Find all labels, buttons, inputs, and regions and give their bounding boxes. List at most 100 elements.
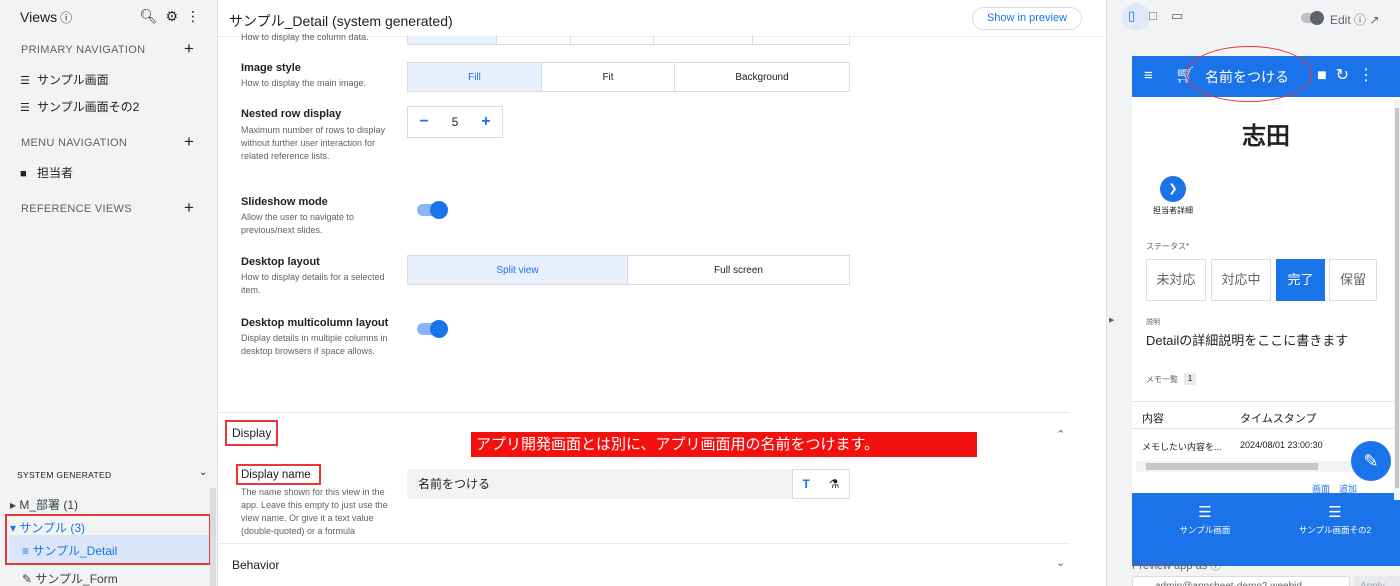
add-primary-view-button[interactable]: + (184, 39, 194, 59)
bottom-nav-sample-screen-2[interactable]: ☰ サンプル画面その2 (1280, 503, 1390, 536)
text-mode-icon[interactable]: T (802, 477, 809, 491)
memo-table-header: 内容 タイムスタンプ (1132, 401, 1400, 429)
preview-vertical-scrollbar[interactable] (1394, 100, 1400, 500)
decrement-button[interactable]: − (419, 113, 428, 131)
column-header-content[interactable]: 内容 (1142, 410, 1164, 426)
display-name-mode: T ⚗ (792, 469, 850, 499)
image-style-background-option[interactable]: Background (675, 63, 849, 91)
edit-fab-button[interactable]: ✎ (1351, 441, 1391, 481)
tablet-icon[interactable]: □ (1149, 8, 1157, 24)
app-title: 名前をつける (1205, 69, 1289, 85)
image-style-fill-option[interactable]: Fill (408, 63, 542, 91)
display-section-title[interactable]: Display (232, 426, 271, 440)
sidebar-tools: 🔍︎⚙⋮ (140, 8, 208, 25)
list-icon: ☰ (20, 102, 30, 114)
desktop-layout-selector: Split view Full screen (407, 255, 850, 285)
tree-item-sample[interactable]: ▾ サンプル (3) (10, 519, 85, 536)
tree-item-m-busho[interactable]: ▸ M_部署 (1) (10, 496, 78, 513)
add-reference-view-button[interactable]: + (184, 198, 194, 218)
tree-item-sample-form[interactable]: ✎ サンプル_Form (22, 570, 118, 586)
collapse-chevron-icon[interactable]: ⌃ (1056, 428, 1065, 441)
slideshow-toggle[interactable] (417, 201, 448, 219)
show-in-preview-button[interactable]: Show in preview (972, 7, 1082, 30)
menu-navigation-label: MENU NAVIGATION (21, 137, 128, 149)
cart-icon: 🛒︎ (1175, 67, 1196, 84)
preview-panel: ▯ □ ▭ Edit ⓘ ↗ ≡ 🛒︎ 名前をつける ■↻⋮ 志田 ❯ 担当者詳… (1118, 0, 1400, 586)
formula-flask-icon[interactable]: ⚗ (829, 477, 840, 491)
status-option-kanryou[interactable]: 完了 (1276, 259, 1325, 301)
edit-toggle[interactable] (1301, 11, 1324, 25)
menu-icon[interactable]: ≡ (1144, 67, 1153, 84)
sidebar-item-tantousha[interactable]: ■ 担当者 (20, 164, 73, 181)
preview-as-label: Preview app as ⓘ (1132, 560, 1222, 572)
split-view-option[interactable]: Split view (408, 256, 628, 284)
refresh-icon[interactable]: ↻ (1336, 67, 1358, 84)
image-style-fit-option[interactable]: Fit (542, 63, 675, 91)
add-menu-view-button[interactable]: + (184, 132, 194, 152)
reference-views-label: REFERENCE VIEWS (21, 203, 132, 215)
image-style-selector: Fill Fit Background (407, 62, 850, 92)
info-icon[interactable]: ⓘ (1210, 560, 1221, 572)
info-icon[interactable]: ⓘ (60, 11, 72, 25)
multicolumn-toggle[interactable] (417, 320, 448, 338)
system-generated-label: SYSTEM GENERATED (17, 470, 112, 480)
search-icon[interactable]: 🔍︎ (140, 8, 166, 24)
nested-row-stepper: − 5 + (407, 106, 503, 138)
full-screen-option[interactable]: Full screen (628, 256, 849, 284)
memo-content-cell: メモしたい内容を... (1142, 442, 1222, 452)
description-value: Detailの詳細説明をここに書きます (1146, 333, 1349, 348)
sidebar-item-sample-screen-2[interactable]: ☰ サンプル画面その2 (20, 98, 139, 115)
detail-view-icon: ≡ (22, 544, 30, 558)
more-vert-icon[interactable]: ⋮ (186, 8, 208, 24)
section-divider (218, 412, 1069, 413)
bottom-nav-sample-screen[interactable]: ☰ サンプル画面 (1160, 503, 1250, 536)
desktop-icon[interactable]: ▭ (1171, 8, 1183, 24)
primary-navigation-label: PRIMARY NAVIGATION (21, 44, 146, 56)
person-icon: ■ (20, 168, 27, 180)
view-settings-panel: サンプル_Detail (system generated) Show in p… (218, 0, 1106, 586)
table-horizontal-scrollbar[interactable] (1136, 461, 1380, 472)
behavior-section-title[interactable]: Behavior (232, 558, 279, 572)
memo-timestamp-cell: 2024/08/01 23:00:30 (1240, 440, 1323, 450)
expand-chevron-icon[interactable]: ⌄ (1056, 556, 1065, 569)
column-header-timestamp[interactable]: タイムスタンプ (1240, 410, 1316, 426)
description-label: 説明 (1146, 319, 1160, 326)
app-editor-root: Views ⓘ 🔍︎⚙⋮ PRIMARY NAVIGATION + ☰ サンプル画面… (0, 0, 1400, 586)
open-external-icon[interactable]: ↗ (1369, 13, 1379, 27)
sidebar-title: Views ⓘ (20, 9, 73, 25)
sidebar-scrollbar[interactable] (210, 488, 216, 586)
bottom-navigation: ☰ サンプル画面 ☰ サンプル画面その2 (1132, 493, 1400, 566)
tree-item-sample-detail[interactable]: ≡ サンプル_Detail (22, 542, 117, 559)
edit-form-icon: ✎ (22, 572, 33, 586)
phone-icon[interactable]: ▯ (1128, 8, 1135, 24)
column-display-desc: How to display the column data. (241, 32, 369, 42)
sidebar-item-sample-screen[interactable]: ☰ サンプル画面 (20, 71, 109, 88)
sidebar-header: Views ⓘ 🔍︎⚙⋮ (0, 0, 217, 36)
panel-resize-handle[interactable]: ▶ (1106, 0, 1118, 586)
delete-icon[interactable]: ■ (1317, 67, 1336, 84)
status-option-horyuu[interactable]: 保留 (1329, 259, 1377, 301)
preview-as-email-input[interactable]: admin@appsheet-demo2.weebid (1132, 576, 1350, 586)
desktop-layout-desc: How to display details for a selected it… (241, 272, 385, 295)
increment-button[interactable]: + (481, 113, 490, 131)
view-title: サンプル_Detail (system generated) (229, 13, 453, 29)
chevron-down-icon[interactable]: ⌄ (199, 467, 207, 478)
gear-icon[interactable]: ⚙ (165, 8, 186, 24)
memo-count-badge: 1 (1184, 373, 1196, 385)
apply-button[interactable]: Apply (1354, 576, 1400, 586)
device-toggle: ▯ □ ▭ (1128, 8, 1183, 24)
status-option-taiouchu[interactable]: 対応中 (1211, 259, 1271, 301)
list-icon: ☰ (20, 75, 30, 87)
annotation-banner: アプリ開発画面とは別に、アプリ画面用の名前をつけます。 (471, 432, 977, 457)
caret-right-icon: ▶ (1109, 317, 1115, 324)
image-style-label: Image style (241, 62, 301, 74)
status-option-mitaiou[interactable]: 未対応 (1146, 259, 1206, 301)
display-name-input[interactable]: 名前をつける (407, 469, 792, 499)
caret-right-icon: ▸ (10, 498, 17, 512)
more-vert-icon[interactable]: ⋮ (1358, 67, 1383, 84)
multicolumn-label: Desktop multicolumn layout (241, 317, 389, 329)
chevron-right-icon[interactable]: ❯ (1160, 176, 1186, 202)
record-title: 志田 (1242, 123, 1290, 150)
edit-label: Edit ⓘ ↗ (1330, 13, 1380, 27)
column-display-selector[interactable] (407, 36, 850, 45)
